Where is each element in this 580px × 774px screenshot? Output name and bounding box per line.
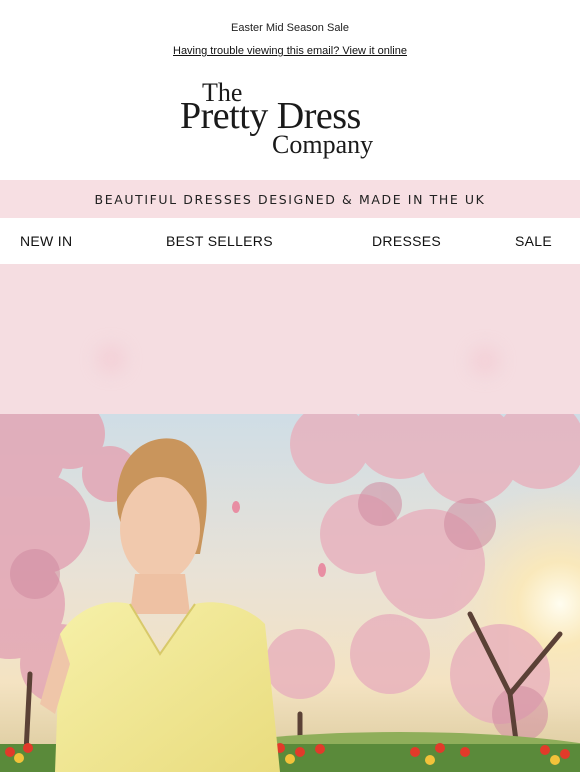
tagline-banner: BEAUTIFUL DRESSES DESIGNED & MADE IN THE… <box>0 180 580 218</box>
main-nav: NEW IN BEST SELLERS DRESSES SALE <box>0 218 580 264</box>
preheader-text: Easter Mid Season Sale <box>230 22 349 34</box>
nav-item-dresses[interactable]: DRESSES <box>372 233 441 249</box>
logo-wordmark: The Pretty Dress Company <box>180 79 400 161</box>
nav-item-new-in[interactable]: NEW IN <box>20 233 72 249</box>
hero-image[interactable] <box>0 414 580 772</box>
view-online-bar: Having trouble viewing this email? View … <box>0 40 580 62</box>
logo-line-3: Company <box>272 130 374 159</box>
logo-line-2: Pretty Dress <box>180 95 361 137</box>
view-online-link[interactable]: Having trouble viewing this email? View … <box>173 45 407 57</box>
nav-item-best-sellers[interactable]: BEST SELLERS <box>166 233 273 249</box>
nav-item-sale[interactable]: SALE <box>515 233 552 249</box>
petal-decoration <box>96 344 126 374</box>
tagline-text: BEAUTIFUL DRESSES DESIGNED & MADE IN THE… <box>94 191 486 207</box>
promo-banner[interactable] <box>0 264 580 414</box>
brand-logo[interactable]: The Pretty Dress Company <box>0 62 580 180</box>
hero-illustration <box>0 414 580 772</box>
petal-decoration <box>470 346 500 376</box>
preheader: Easter Mid Season Sale <box>0 0 580 40</box>
